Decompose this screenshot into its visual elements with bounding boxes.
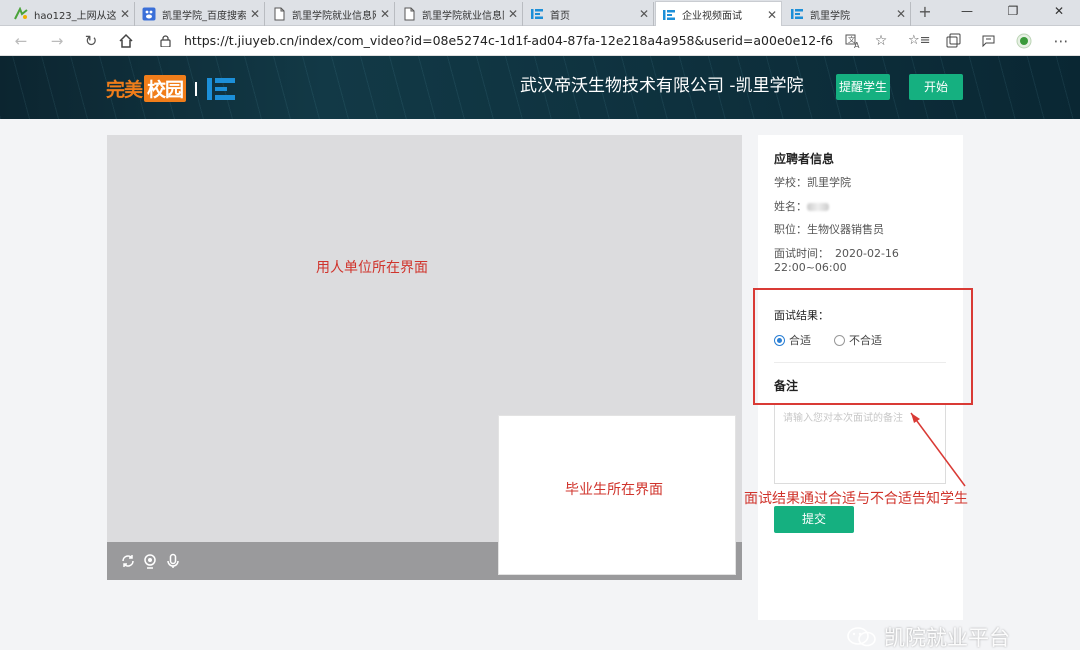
svg-text:A: A: [854, 41, 860, 50]
annotation-highlight-box: [753, 288, 973, 405]
jiuyeb-icon: [663, 9, 675, 20]
company-title: 武汉帝沃生物技术有限公司 -凯里学院: [520, 76, 804, 96]
window-close-icon[interactable]: ✕: [1036, 0, 1080, 24]
submit-button[interactable]: 提交: [774, 506, 854, 533]
home-icon[interactable]: [115, 30, 137, 52]
browser-tab-strip: hao123_上网从这里开始 ✕ 凯里学院_百度搜索 ✕ 凯里学院就业信息网 ✕…: [0, 0, 1080, 27]
watermark-text: 凯院就业平台: [884, 626, 1010, 650]
new-tab-plus-icon[interactable]: +: [914, 2, 936, 24]
jiuyeb-logo-icon: [207, 78, 235, 100]
forward-arrow-icon[interactable]: →: [46, 30, 68, 52]
refresh-icon[interactable]: ↻: [80, 30, 102, 52]
school-row: 学校：凯里学院: [774, 174, 851, 190]
page-icon: [274, 7, 285, 21]
logo-text: 完美: [106, 79, 143, 101]
translate-icon[interactable]: 文A: [844, 32, 862, 50]
url-input[interactable]: https://t.jiuyeb.cn/index/com_video?id=0…: [184, 29, 834, 53]
close-icon[interactable]: ✕: [116, 7, 134, 21]
school-label: 学校：: [774, 176, 807, 189]
interview-time-row: 面试时间： 2020-02-16: [774, 245, 899, 261]
name-label: 姓名：: [774, 200, 807, 213]
restore-icon[interactable]: ❐: [990, 0, 1036, 24]
minimize-icon[interactable]: —: [944, 0, 990, 24]
switch-camera-icon[interactable]: [120, 553, 136, 569]
time-range: 22:00~06:00: [774, 261, 847, 274]
close-icon[interactable]: ✕: [763, 8, 781, 22]
employer-interface-label: 用人单位所在界面: [316, 260, 428, 276]
page-icon: [404, 7, 415, 21]
collections-icon[interactable]: [944, 32, 962, 50]
annotation-text: 面试结果通过合适与不合适告知学生: [744, 491, 968, 507]
close-icon[interactable]: ✕: [376, 7, 394, 21]
close-icon[interactable]: ✕: [246, 7, 264, 21]
tab-kaili-jobs-1[interactable]: 凯里学院就业信息网 ✕: [266, 2, 395, 26]
close-icon[interactable]: ✕: [504, 7, 522, 21]
baidu-paw-icon: [142, 7, 156, 21]
tab-label: 首页: [550, 10, 570, 22]
position-value: 生物仪器销售员: [807, 223, 884, 236]
camera-icon[interactable]: [142, 553, 158, 569]
school-value: 凯里学院: [807, 176, 851, 189]
feedback-icon[interactable]: [980, 32, 998, 50]
notes-textarea[interactable]: [774, 404, 946, 484]
favorites-list-icon[interactable]: ☆≡: [908, 30, 931, 52]
applicant-info-title: 应聘者信息: [774, 152, 835, 166]
time-label: 面试时间：: [774, 247, 829, 260]
tab-label: hao123_上网从这里开始: [34, 10, 116, 22]
wanmei-campus-logo[interactable]: 完美 校园: [106, 75, 187, 102]
lock-icon: [160, 35, 171, 47]
tab-label: 凯里学院_百度搜索: [162, 10, 246, 22]
jiuyeb-icon: [531, 9, 543, 19]
more-menu-icon[interactable]: ⋯: [1050, 30, 1072, 52]
date-value: 2020-02-16: [835, 247, 899, 260]
close-icon[interactable]: ✕: [635, 7, 653, 21]
tab-label: 企业视频面试: [682, 11, 742, 22]
favorite-star-icon[interactable]: ☆: [870, 30, 892, 52]
watermark: 凯院就业平台: [846, 622, 1010, 650]
remind-student-button[interactable]: 提醒学生: [836, 74, 890, 100]
extension-icon[interactable]: [1015, 32, 1033, 50]
address-bar: ← → ↻ https://t.jiuyeb.cn/index/com_vide…: [0, 26, 1080, 56]
start-button[interactable]: 开始: [909, 74, 963, 100]
hao123-icon: [14, 7, 28, 20]
student-interface-label: 毕业生所在界面: [565, 482, 663, 498]
tab-label: 凯里学院就业信息网: [422, 10, 504, 22]
name-row: 姓名：: [774, 198, 829, 214]
tab-label: 凯里学院: [810, 10, 850, 22]
microphone-icon[interactable]: [165, 553, 181, 569]
position-row: 职位：生物仪器销售员: [774, 221, 884, 237]
logo-separator: [195, 82, 197, 96]
tab-video-interview[interactable]: 企业视频面试 ✕: [655, 1, 782, 27]
logo-boxed-text: 校园: [144, 75, 187, 102]
blurred-name: [807, 203, 829, 211]
tab-home[interactable]: 首页 ✕: [524, 2, 654, 26]
jiuyeb-icon: [791, 9, 803, 19]
tab-kaili-jobs-2[interactable]: 凯里学院就业信息网 ✕: [396, 2, 523, 26]
back-arrow-icon[interactable]: ←: [10, 30, 32, 52]
tab-kaili[interactable]: 凯里学院 ✕: [784, 2, 911, 26]
tab-hao123[interactable]: hao123_上网从这里开始 ✕: [8, 2, 135, 26]
tab-baidu-search[interactable]: 凯里学院_百度搜索 ✕: [136, 2, 265, 26]
wechat-icon: [847, 627, 876, 647]
position-label: 职位：: [774, 223, 807, 236]
close-icon[interactable]: ✕: [892, 7, 910, 21]
tab-label: 凯里学院就业信息网: [292, 10, 376, 22]
